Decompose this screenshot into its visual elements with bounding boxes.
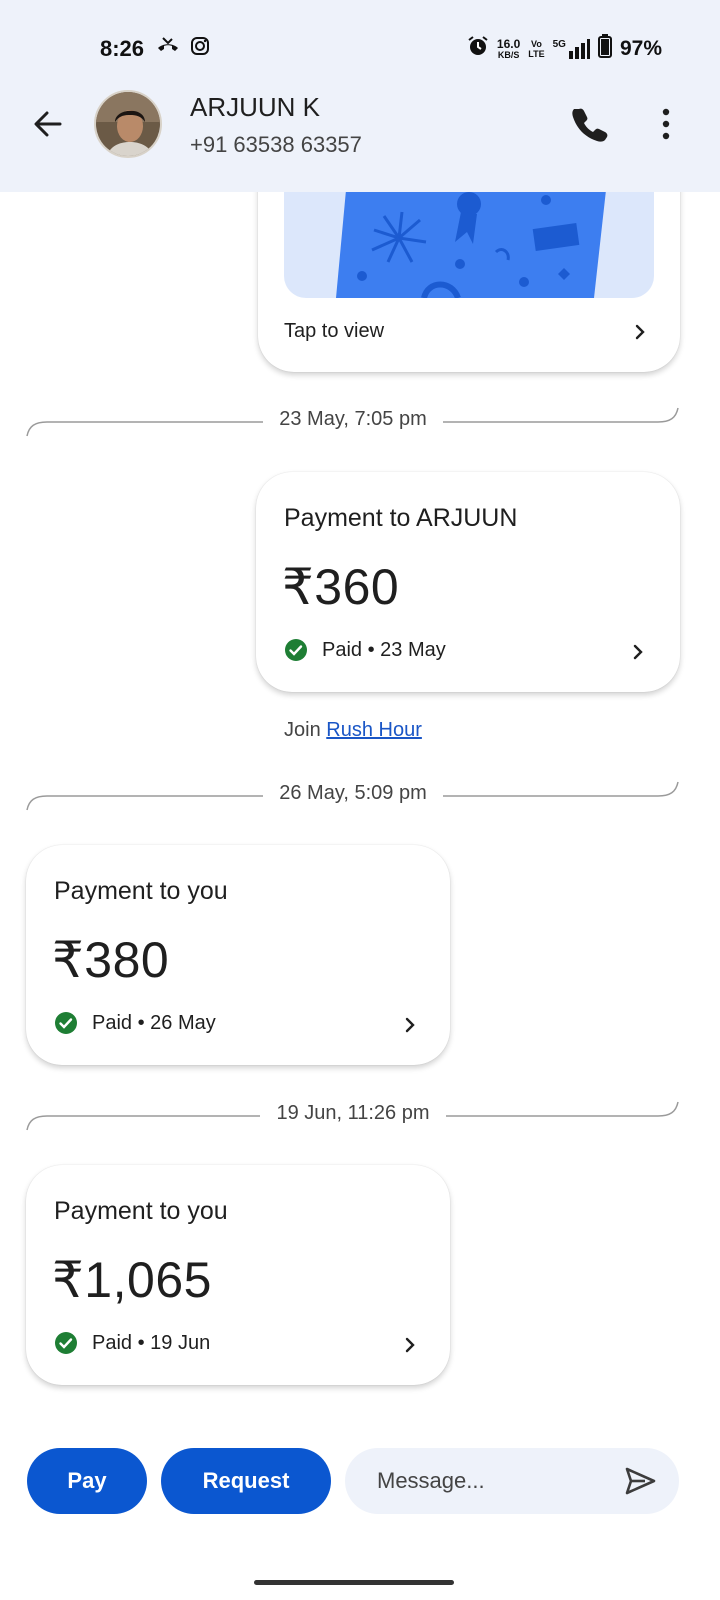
reward-illustration (284, 190, 654, 298)
payment-title: Payment to ARJUUN (284, 504, 518, 532)
payment-status: Paid • 23 May (284, 638, 446, 662)
more-options-button[interactable] (654, 104, 678, 144)
contact-name: ARJUUN K (190, 92, 321, 122)
status-right: 16.0 KB/S Vo LTE 5G 97% (467, 34, 662, 64)
message-input[interactable]: Message... (345, 1448, 679, 1514)
payment-card-received[interactable]: Payment to you ₹1,065 Paid • 19 Jun (26, 1165, 450, 1385)
top-bar: 8:26 16.0 KB/S Vo LTE 5G 97% ARJUUN K +9… (0, 0, 720, 192)
call-button[interactable] (570, 104, 610, 144)
date-label: 26 May, 5:09 pm (263, 782, 443, 804)
join-prefix: Join (284, 719, 321, 741)
home-indicator[interactable] (254, 1580, 454, 1585)
battery-percent: 97% (619, 37, 662, 60)
alarm-icon (467, 35, 489, 63)
rush-hour-link[interactable]: Rush Hour (326, 719, 422, 741)
back-button[interactable] (28, 104, 68, 144)
date-label: 23 May, 7:05 pm (263, 408, 443, 430)
chevron-right-icon (635, 324, 645, 340)
avatar[interactable] (94, 90, 162, 158)
chevron-right-icon (633, 644, 643, 660)
payment-title: Payment to you (54, 1197, 228, 1225)
check-circle-icon (55, 1012, 77, 1034)
payment-amount: ₹1,065 (52, 1252, 212, 1308)
more-vert-icon (662, 108, 670, 140)
net-speed: 16.0 KB/S (496, 37, 521, 60)
date-divider: 26 May, 5:09 pm (26, 774, 680, 814)
contact-phone: +91 63538 63357 (190, 132, 362, 157)
date-divider: 23 May, 7:05 pm (26, 400, 680, 440)
message-placeholder: Message... (377, 1468, 485, 1493)
payment-status-text: Paid • 23 May (322, 638, 446, 661)
check-circle-icon (55, 1332, 77, 1354)
phone-icon (572, 108, 608, 142)
date-label: 19 Jun, 11:26 pm (260, 1102, 446, 1124)
date-divider: 19 Jun, 11:26 pm (26, 1094, 680, 1134)
payment-status-text: Paid • 26 May (92, 1011, 216, 1034)
signal-icon: 5G (553, 39, 590, 59)
chevron-right-icon (405, 1337, 415, 1353)
pay-button[interactable]: Pay (27, 1448, 147, 1514)
payment-status-text: Paid • 19 Jun (92, 1331, 211, 1354)
payment-status: Paid • 26 May (54, 1011, 216, 1035)
tap-to-view-label: Tap to view (284, 320, 385, 342)
payment-amount: ₹380 (52, 932, 170, 988)
status-left-icons (156, 36, 210, 61)
request-button[interactable]: Request (161, 1448, 331, 1514)
send-button[interactable] (623, 1464, 657, 1498)
check-circle-icon (285, 639, 307, 661)
payment-title: Payment to you (54, 877, 228, 905)
missed-call-icon (156, 36, 180, 61)
volte-indicator: Vo LTE (528, 39, 545, 59)
payment-status: Paid • 19 Jun (54, 1331, 210, 1355)
send-icon (625, 1467, 656, 1495)
chevron-right-icon (405, 1017, 415, 1033)
instagram-icon (190, 36, 210, 61)
battery-icon (597, 34, 612, 64)
payment-amount: ₹360 (282, 559, 400, 615)
back-arrow-icon (34, 111, 62, 137)
payment-card-received[interactable]: Payment to you ₹380 Paid • 26 May (26, 845, 450, 1065)
join-promo: Join Rush Hour (284, 719, 422, 742)
status-time: 8:26 (100, 36, 145, 61)
payment-card-sent[interactable]: Payment to ARJUUN ₹360 Paid • 23 May (256, 472, 680, 692)
